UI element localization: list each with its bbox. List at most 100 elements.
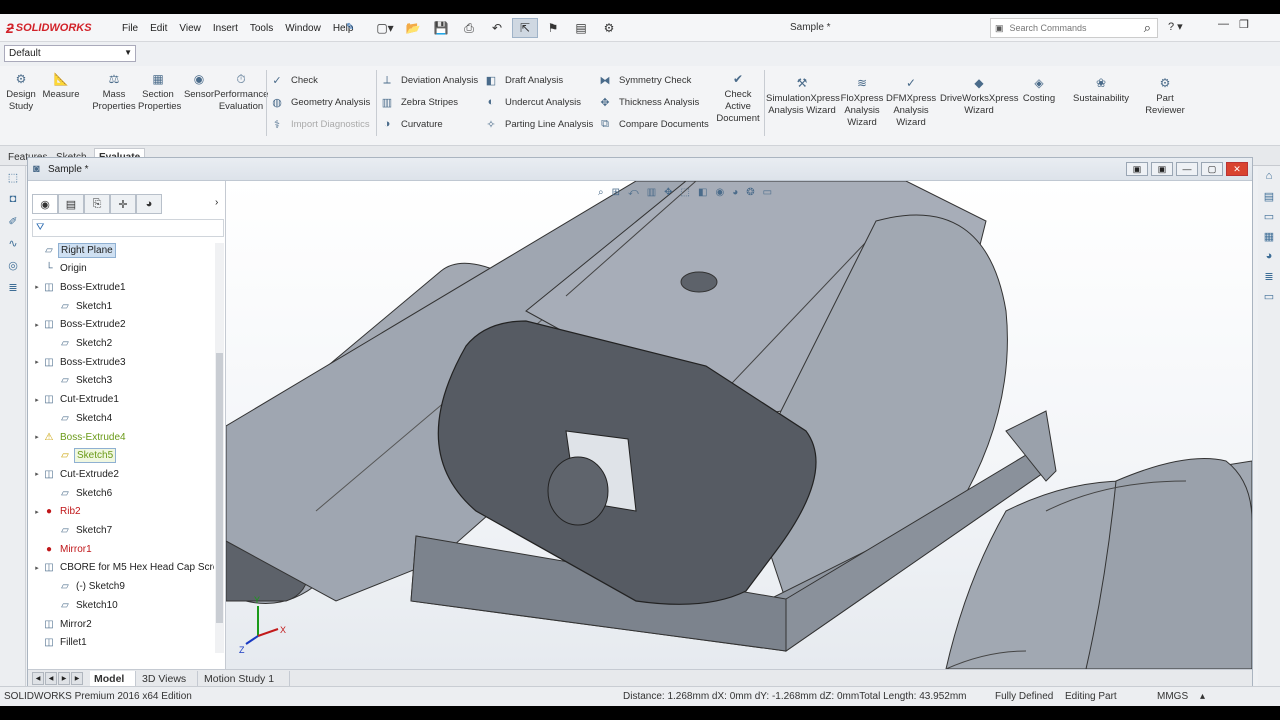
- wizard-button-1[interactable]: ≋ FloXpress Analysis Wizard: [840, 76, 884, 129]
- expand-twisty-icon[interactable]: ▸: [32, 321, 42, 329]
- wizard-button-0[interactable]: ⚒ SimulationXpress Analysis Wizard: [766, 76, 840, 117]
- feature-tree-item[interactable]: ▱ Sketch10: [48, 596, 120, 614]
- check-active-document-button[interactable]: ✔ Check Active Document: [714, 72, 762, 125]
- bottom-tab-motion-study-1[interactable]: Motion Study 1: [200, 671, 290, 687]
- forum-icon[interactable]: ▭: [1258, 286, 1280, 306]
- sensor-button[interactable]: ◉ Sensor: [180, 72, 218, 101]
- feature-tree-item[interactable]: ▸ ◫ Cut-Extrude2: [32, 465, 121, 483]
- curve-icon[interactable]: ∿: [0, 232, 26, 254]
- chevron-right-icon[interactable]: ›: [215, 197, 218, 208]
- col3-item-2[interactable]: ✧ Parting Line Analysis: [484, 116, 593, 132]
- sketch-icon[interactable]: ✐: [0, 210, 26, 232]
- wizard-button-4[interactable]: ◈ Costing: [1020, 76, 1058, 105]
- minimize-icon[interactable]: —: [1218, 18, 1229, 31]
- col2-item-1[interactable]: ▥ Zebra Stripes: [380, 94, 458, 110]
- wizard-button-3[interactable]: ◆ DriveWorksXpress Wizard: [940, 76, 1018, 117]
- view-palette-icon[interactable]: ▦: [1258, 226, 1280, 246]
- mass-properties-button[interactable]: ⚖ Mass Properties: [92, 72, 136, 113]
- expand-twisty-icon[interactable]: ▸: [32, 396, 42, 404]
- apply-scene-icon[interactable]: ❂: [746, 187, 754, 198]
- feature-tree-item[interactable]: ▱ Sketch7: [48, 522, 114, 540]
- measure-button[interactable]: 📐 Measure: [42, 72, 80, 101]
- design-library-icon[interactable]: ▤: [1258, 186, 1280, 206]
- feature-tree-item[interactable]: ▸ ◫ Boss-Extrude3: [32, 353, 128, 371]
- hide-show-icon[interactable]: ◉: [715, 187, 724, 198]
- feature-tree-item[interactable]: ● Mirror1: [32, 540, 94, 558]
- col2-item-2[interactable]: ◑ Curvature: [380, 116, 443, 132]
- next-tab-icon[interactable]: ▶: [58, 672, 70, 685]
- zoom-to-fit-icon[interactable]: ⌕: [598, 187, 604, 198]
- restore-icon[interactable]: ❐: [1239, 18, 1249, 31]
- display-manager-tab-icon[interactable]: ◕: [136, 194, 162, 214]
- feature-tree-item[interactable]: ▱ Sketch2: [48, 335, 114, 353]
- feature-tree-item[interactable]: ▱ (-) Sketch9: [48, 578, 127, 596]
- feature-tree-item[interactable]: ▸ ● Rib2: [32, 503, 83, 521]
- wizard-button-2[interactable]: ✓ DFMXpress Analysis Wizard: [886, 76, 936, 129]
- part-model-view[interactable]: X Y Z: [226, 181, 1252, 669]
- col3-item-0[interactable]: ◧ Draft Analysis: [484, 72, 563, 88]
- graphics-area[interactable]: X Y Z ⌕ ⊞ ⤺ ▥ ✥ ⬚ ◧ ◉ ◕ ❂ ▭: [226, 181, 1252, 669]
- col1-item-0[interactable]: ✓ Check: [270, 72, 318, 88]
- expand-twisty-icon[interactable]: ▸: [32, 283, 42, 291]
- menu-tools[interactable]: Tools: [250, 23, 273, 34]
- feature-tree-item[interactable]: ▱ Sketch4: [48, 409, 114, 427]
- col3-item-1[interactable]: ◐ Undercut Analysis: [484, 94, 581, 110]
- menu-view[interactable]: View: [179, 23, 201, 34]
- home-icon[interactable]: ⌂: [1258, 166, 1280, 186]
- section-properties-button[interactable]: ▦ Section Properties: [138, 72, 181, 113]
- view-orientation-icon[interactable]: ⬚: [0, 166, 26, 188]
- feature-tree-item[interactable]: ▸ ⚠ Boss-Extrude4: [32, 428, 128, 446]
- search-commands-input[interactable]: ▣ Search Commands ⌕: [990, 18, 1158, 38]
- part-icon[interactable]: ◘: [0, 188, 26, 210]
- expand-twisty-icon[interactable]: ▸: [32, 433, 42, 441]
- view-orientation-icon[interactable]: ⬚: [681, 187, 690, 198]
- feature-tree-item[interactable]: ▸ ◫ Cut-Extrude1: [32, 391, 121, 409]
- doc-maximize-icon[interactable]: ▢: [1201, 162, 1223, 176]
- design-study-button[interactable]: ⚙ Design Study: [6, 72, 36, 113]
- col4-item-0[interactable]: ⧓ Symmetry Check: [598, 72, 692, 88]
- search-icon[interactable]: ⌕: [1144, 20, 1151, 36]
- expand-twisty-icon[interactable]: ▸: [32, 508, 42, 516]
- feature-tree-item[interactable]: ▱ Sketch6: [48, 484, 114, 502]
- display-style-icon[interactable]: ◧: [698, 187, 707, 198]
- new-document-icon[interactable]: ▢▾: [372, 18, 398, 38]
- feature-tree-item[interactable]: ▸ ◫ Boss-Extrude2: [32, 316, 128, 334]
- custom-properties-icon[interactable]: ≣: [1258, 266, 1280, 286]
- col4-item-2[interactable]: ⧉ Compare Documents: [598, 116, 709, 132]
- feature-tree-item[interactable]: └ Origin: [32, 260, 89, 278]
- appearance-icon[interactable]: ◎: [0, 254, 26, 276]
- expand-twisty-icon[interactable]: ▸: [32, 564, 42, 572]
- last-tab-icon[interactable]: ▶: [71, 672, 83, 685]
- feature-filter-input[interactable]: ⛛: [32, 219, 224, 237]
- wizard-button-6[interactable]: ⚙ Part Reviewer: [1138, 76, 1192, 117]
- select-pointer-icon[interactable]: ⇱: [512, 18, 538, 38]
- scrollbar-thumb[interactable]: [216, 353, 223, 623]
- col4-item-1[interactable]: ✥ Thickness Analysis: [598, 94, 699, 110]
- property-manager-tab-icon[interactable]: ▤: [58, 194, 84, 214]
- wizard-button-5[interactable]: ❀ Sustainability: [1068, 76, 1134, 105]
- feature-manager-tab-icon[interactable]: ◉: [32, 194, 58, 214]
- close-icon[interactable]: ✕: [1226, 162, 1248, 176]
- feature-tree-item[interactable]: ▱ Right Plane: [32, 241, 116, 259]
- menu-window[interactable]: Window: [285, 23, 321, 34]
- help-icon[interactable]: ? ▾: [1168, 20, 1183, 33]
- section-view-icon[interactable]: ▥: [647, 187, 656, 198]
- print-icon[interactable]: ⎙: [456, 18, 482, 38]
- feature-tree-item[interactable]: ▱ Sketch5: [48, 447, 117, 465]
- prev-tab-icon[interactable]: ◀: [45, 672, 57, 685]
- status-units[interactable]: MMGS: [1157, 691, 1188, 702]
- menu-insert[interactable]: Insert: [213, 23, 238, 34]
- feature-tree-item[interactable]: ▱ Sketch1: [48, 297, 114, 315]
- performance-evaluation-button[interactable]: ⏱ Performance Evaluation: [214, 72, 268, 113]
- bottom-tab-3d-views[interactable]: 3D Views: [138, 671, 198, 687]
- previous-view-icon[interactable]: ⤺: [628, 187, 639, 198]
- edit-appearance-icon[interactable]: ◕: [732, 187, 738, 198]
- feature-tree-item[interactable]: ◫ Mirror2: [32, 615, 94, 633]
- dimxpert-manager-tab-icon[interactable]: ✛: [110, 194, 136, 214]
- file-properties-icon[interactable]: ▤: [568, 18, 594, 38]
- dynamic-annotation-icon[interactable]: ✥: [664, 187, 672, 198]
- save-icon[interactable]: 💾: [428, 18, 454, 38]
- undo-icon[interactable]: ↶: [484, 18, 510, 38]
- feature-tree-item[interactable]: ◫ Fillet1: [32, 634, 89, 652]
- col2-item-0[interactable]: ⟂ Deviation Analysis: [380, 72, 478, 88]
